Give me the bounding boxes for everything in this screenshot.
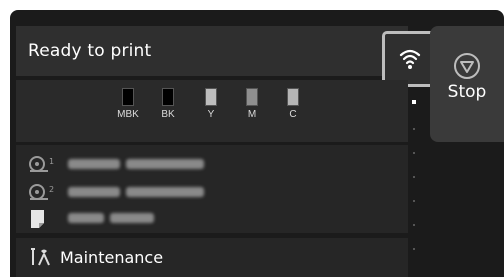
ink-c-label: C: [289, 109, 297, 120]
ink-m-label: M: [247, 109, 257, 120]
media-row-1-text-a: [68, 159, 120, 169]
page-indicator-active-dot: [412, 100, 416, 104]
ink-m-swatch: [246, 88, 258, 106]
media-row-roll-1: 1: [28, 155, 408, 175]
status-header: Ready to print: [16, 26, 438, 87]
stop-circle-icon: [454, 53, 480, 79]
ink-levels-panel[interactable]: MBK BK Y M C: [16, 80, 408, 142]
ink-mbk: MBK: [116, 88, 140, 120]
ink-y-label: Y: [207, 109, 215, 120]
ink-bk: BK: [156, 88, 180, 120]
stop-label: Stop: [447, 82, 487, 102]
page-indicator-dot: [413, 200, 415, 202]
maintenance-label: Maintenance: [60, 248, 164, 267]
media-row-roll-2: 2: [28, 183, 408, 203]
ink-mbk-label: MBK: [117, 109, 139, 120]
ink-mbk-swatch: [122, 88, 134, 106]
stop-button[interactable]: Stop: [430, 26, 504, 142]
wifi-icon: [399, 49, 421, 69]
page-indicator-dot: [413, 224, 415, 226]
media-row-1-text-b: [126, 159, 204, 169]
cut-sheet-icon: [31, 210, 44, 228]
ink-y-swatch: [205, 88, 217, 106]
media-row-2-text-b: [126, 187, 204, 197]
svg-text:2: 2: [49, 185, 54, 194]
status-title: Ready to print: [28, 41, 152, 61]
media-info-panel[interactable]: 1 2: [16, 145, 408, 233]
svg-text:1: 1: [49, 157, 54, 166]
media-row-2-text-a: [68, 187, 120, 197]
ink-c-swatch: [287, 88, 299, 106]
page-indicator-dot: [413, 152, 415, 154]
maintenance-menu-item[interactable]: Maintenance: [16, 238, 408, 277]
page-indicator-dot: [413, 248, 415, 250]
ink-c: C: [281, 88, 305, 120]
printer-touch-screen: Ready to print Stop MBK BK Y M C 1 2 Mai…: [10, 10, 504, 277]
roll-2-icon: 2: [29, 184, 54, 200]
maintenance-tools-icon: [31, 248, 50, 266]
media-row-3-text-b: [110, 213, 154, 223]
roll-1-icon: 1: [29, 156, 54, 172]
page-indicator-dot: [413, 128, 415, 130]
page-indicator: [412, 100, 418, 270]
ink-y: Y: [199, 88, 223, 120]
ink-bk-swatch: [162, 88, 174, 106]
ink-bk-label: BK: [161, 109, 175, 120]
page-indicator-dot: [413, 176, 415, 178]
ink-m: M: [240, 88, 264, 120]
media-row-3-text-a: [68, 213, 104, 223]
media-row-cut-sheet: [28, 209, 408, 229]
